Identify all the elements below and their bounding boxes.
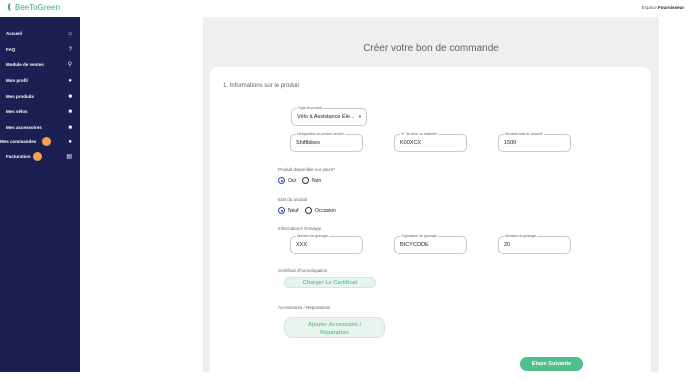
sidebar-item-velos[interactable]: Mes vélos ■ — [0, 107, 80, 119]
field-value: K00XCX — [400, 140, 422, 146]
sidebar-item-label: Module de ventes — [6, 62, 44, 67]
sidebar-item-label: Mes commandes — [0, 139, 37, 144]
available-label: Produit disponible sur place* — [278, 167, 336, 172]
user-space-label[interactable]: Espace Fournisseur — [642, 5, 684, 10]
serial-number-field[interactable]: N° de série ou batterie* K00XCX — [394, 132, 467, 152]
logo-text: BeeToGreen — [15, 3, 60, 12]
question-icon: ? — [68, 47, 72, 53]
page-title: Créer votre bon de commande — [363, 43, 499, 54]
main-content: Créer votre bon de commande 1. Informati… — [203, 17, 659, 387]
search-icon: ⚲ — [67, 62, 72, 68]
card-icon: ▤ — [66, 154, 72, 160]
engraving-title: Informations Gravage — [278, 226, 322, 231]
field-label: Numéro de gravage — [296, 234, 329, 238]
sidebar-item-label: Mes accessoires — [6, 125, 42, 130]
user-icon: ● — [68, 78, 72, 84]
sidebar-item-accessoires[interactable]: Mes accessoires ■ — [0, 123, 80, 135]
add-accessory-button[interactable]: Ajouter Accessoire / Réparation — [284, 317, 385, 338]
engraving-org-field[interactable]: Organisme de gravage BICYCODE — [394, 234, 467, 254]
espace-role: Fournisseur — [657, 5, 684, 10]
product-type-select[interactable]: Type de produit Vélo à Assistance Éle...… — [291, 106, 367, 126]
sidebar-item-label: Accueil — [6, 31, 23, 36]
logo-icon — [8, 3, 14, 11]
sidebar-item-profil[interactable]: Mon profil ● — [0, 76, 80, 88]
add-accessory-label-line1: Ajouter Accessoire / — [308, 322, 361, 328]
chevron-down-icon: ▼ — [358, 114, 362, 119]
field-value: XXX — [296, 242, 308, 248]
sidebar-item-label: Mon profil — [6, 78, 28, 83]
field-value: 1500 — [504, 140, 517, 146]
field-value: Shiftbikes — [296, 140, 320, 146]
sidebar-item-commandes[interactable]: Mes commandes ● — [0, 137, 80, 149]
sidebar-item-faq[interactable]: FAQ ? — [0, 45, 80, 57]
sidebar-item-label: FAQ — [6, 47, 16, 52]
upload-certificate-button[interactable]: Charger Le Certificat — [284, 277, 376, 288]
left-gutter — [80, 17, 203, 372]
field-value: Vélo à Assistance Éle... — [297, 114, 355, 120]
certificate-label: Certificat d'homologation — [278, 268, 328, 273]
notification-badge — [42, 137, 51, 146]
sidebar-item-label: Mes produits — [6, 94, 35, 99]
available-yes-label: Oui — [288, 178, 296, 184]
sidebar-item-produits[interactable]: Mes produits ■ — [0, 92, 80, 104]
available-no-label: Non — [312, 178, 322, 184]
field-label: Type de produit — [297, 106, 324, 110]
available-yes-radio[interactable] — [278, 177, 285, 184]
engraving-amount-field[interactable]: Montant du gravage 20 — [498, 234, 571, 254]
field-label: Organisme de gravage — [400, 234, 438, 238]
espace-prefix: Espace — [641, 5, 657, 10]
section-title: 1. Informations sur le produit — [223, 83, 300, 89]
sidebar-item-label: Facturation — [6, 154, 31, 159]
sidebar-item-accueil[interactable]: Accueil ⌂ — [0, 29, 80, 41]
next-step-button[interactable]: Etape Suivante — [520, 357, 583, 371]
state-label: Etat du produit — [278, 197, 308, 202]
designation-field[interactable]: Désignation du produit vendu* Shiftbikes — [290, 132, 363, 152]
app-logo[interactable]: BeeToGreen — [8, 3, 60, 12]
field-value: 20 — [504, 242, 511, 248]
home-icon: ⌂ — [68, 31, 72, 37]
add-accessory-label-line2: Réparation — [320, 330, 349, 336]
state-used-label: Occasion — [315, 208, 336, 214]
field-label: Montant total du produit* — [504, 132, 545, 136]
right-gutter — [659, 17, 688, 372]
field-value: BICYCODE — [400, 242, 429, 248]
accessories-label: Accessoires / Réparations — [278, 305, 331, 310]
info-icon: ● — [68, 139, 72, 145]
box-icon: ■ — [68, 125, 72, 131]
field-label: Désignation du produit vendu* — [296, 132, 345, 136]
sidebar-item-label: Mes vélos — [6, 109, 28, 114]
top-bar: BeeToGreen Espace Fournisseur — [0, 0, 688, 17]
notification-badge — [33, 152, 42, 161]
sidebar-item-facturation[interactable]: Facturation ▤ — [0, 152, 80, 164]
state-new-label: Neuf — [288, 208, 299, 214]
box-icon: ■ — [68, 94, 72, 100]
field-label: Montant du gravage — [504, 234, 538, 238]
state-new-radio[interactable] — [278, 207, 285, 214]
box-icon: ■ — [68, 109, 72, 115]
form-card: 1. Informations sur le produit Type de p… — [210, 67, 651, 387]
sidebar: Accueil ⌂ FAQ ? Module de ventes ⚲ Mon p… — [0, 17, 80, 372]
sidebar-item-module-ventes[interactable]: Module de ventes ⚲ — [0, 60, 80, 72]
product-amount-field[interactable]: Montant total du produit* 1500 — [498, 132, 571, 152]
field-label: N° de série ou batterie* — [400, 132, 439, 136]
available-no-radio[interactable] — [302, 177, 309, 184]
state-used-radio[interactable] — [305, 207, 312, 214]
engraving-number-field[interactable]: Numéro de gravage XXX — [290, 234, 363, 254]
